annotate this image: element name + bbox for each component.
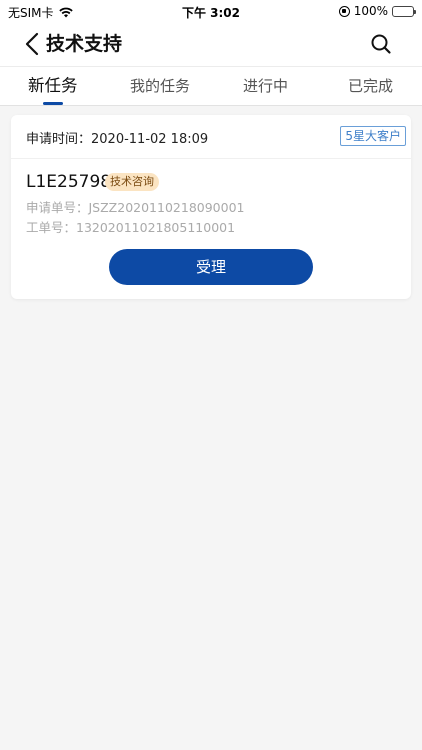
tab-bar: 新任务 我的任务 进行中 已完成 xyxy=(0,66,422,106)
task-code: L1E25798 xyxy=(26,172,112,192)
tab-new-tasks[interactable]: 新任务 xyxy=(28,67,78,105)
page-title: 技术支持 xyxy=(46,33,123,55)
chevron-left-icon[interactable] xyxy=(22,31,44,57)
task-card[interactable]: 申请时间：2020-11-02 18:09 5星大客户 L1E25798 技术咨… xyxy=(11,115,411,299)
battery-charging-icon xyxy=(392,5,416,17)
nav-bar: 技术支持 xyxy=(0,22,422,66)
search-icon[interactable] xyxy=(370,33,392,55)
task-card-header: 申请时间：2020-11-02 18:09 5星大客户 xyxy=(11,115,411,159)
accept-button[interactable]: 受理 xyxy=(109,249,313,285)
active-tab-indicator xyxy=(43,102,63,105)
work-order-number: 工单号：13202011021805110001 xyxy=(26,220,236,235)
task-type-tag: 技术咨询 xyxy=(105,173,159,191)
status-bar: 无SIM卡 下午 3:02 100% xyxy=(0,0,422,22)
status-right: 100% xyxy=(338,4,416,18)
tab-completed[interactable]: 已完成 xyxy=(348,67,393,105)
application-number: 申请单号：JSZZ2020110218090001 xyxy=(26,200,245,215)
tab-in-progress[interactable]: 进行中 xyxy=(243,67,288,105)
customer-level-badge: 5星大客户 xyxy=(340,126,406,146)
tab-my-tasks[interactable]: 我的任务 xyxy=(130,67,190,105)
apply-time: 申请时间：2020-11-02 18:09 xyxy=(26,132,209,147)
battery-percent: 100% xyxy=(353,4,388,18)
rotation-lock-icon xyxy=(338,5,350,17)
